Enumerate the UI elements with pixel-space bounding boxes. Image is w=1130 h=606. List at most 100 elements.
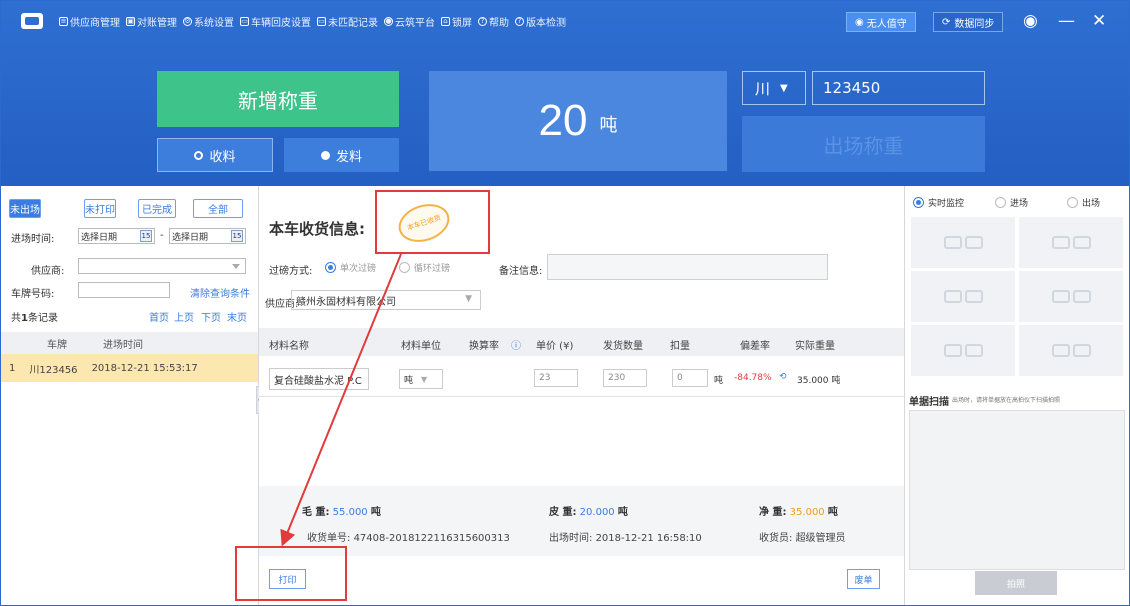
net-weight: 35.000 (789, 507, 825, 518)
detail-title: 本车收货信息: (269, 220, 365, 238)
chevron-down-icon (232, 264, 240, 269)
truck-icon (1051, 290, 1091, 303)
material-table-header: 材料名称 材料单位 换算率 ⓘ 单价 (¥) 发货数量 扣量 偏差率 实际重量 (259, 328, 904, 356)
filter-not-printed[interactable]: 未打印 (84, 199, 116, 218)
minimize-icon[interactable]: — (1058, 11, 1075, 31)
camera-feed[interactable] (1018, 216, 1124, 269)
menu-cloud-platform[interactable]: ● 云筑平台 (384, 14, 435, 29)
col-plate: 车牌 (47, 339, 67, 351)
radio-icon (320, 150, 330, 160)
sync-icon: ⟳ (942, 16, 951, 28)
supplier-filter-select[interactable] (78, 258, 246, 274)
void-button[interactable]: 废单 (847, 569, 880, 589)
mode-cycle-radio[interactable]: 循环过磅 (399, 261, 450, 274)
camera-feed[interactable] (1018, 324, 1124, 377)
pager-first[interactable]: 首页 (149, 309, 169, 324)
deduct-input[interactable]: 0 (672, 369, 708, 387)
help-icon: ? (515, 16, 524, 26)
plate-province-select[interactable]: 川 ▼ (742, 71, 806, 105)
radio-live-monitor[interactable]: 实时监控 (913, 196, 964, 209)
menu-version-check[interactable]: ? 版本检测 (515, 14, 566, 29)
mode-single-radio[interactable]: 单次过磅 (325, 261, 376, 274)
camera-grid (910, 216, 1125, 378)
info-icon[interactable]: ⓘ (511, 337, 521, 352)
divider (259, 396, 904, 397)
camera-feed[interactable] (910, 216, 1016, 269)
tare-weight: 20.000 (579, 507, 615, 518)
menu-help[interactable]: ? 帮助 (478, 14, 509, 29)
data-sync-button[interactable]: ⟳ 数据同步 (933, 12, 1004, 32)
menu-system-settings[interactable]: ⚙ 系统设置 (183, 14, 234, 29)
note-input[interactable] (547, 254, 828, 280)
truck-icon (1051, 344, 1091, 357)
pager-last[interactable]: 末页 (227, 309, 247, 324)
exit-weigh-button[interactable]: 出场称重 (742, 116, 985, 172)
app-logo-icon (21, 13, 43, 29)
entry-time-label: 进场时间: (11, 234, 55, 245)
take-photo-button[interactable]: 拍照 (975, 571, 1057, 595)
reconcile-icon: ▣ (126, 16, 135, 26)
radio-icon (913, 197, 924, 208)
weight-unit: 吨 (599, 115, 618, 136)
menu-lock-screen[interactable]: ⌂ 锁屏 (441, 14, 472, 29)
gross-weight: 55.000 (332, 507, 368, 518)
radio-icon (995, 197, 1006, 208)
truck-icon: ▭ (240, 16, 249, 26)
radio-icon (1067, 197, 1078, 208)
plate-label: 车牌号码: (11, 289, 55, 300)
filter-all[interactable]: 全部 (193, 199, 243, 218)
record-list-panel: 未出场 未打印 已完成 全部 进场时间: 选择日期 15 - 选择日期 15 供应商… (1, 186, 259, 605)
calendar-icon[interactable]: 15 (140, 230, 152, 242)
col-entry-time: 进场时间 (103, 339, 143, 351)
filter-not-exited[interactable]: 未出场 (9, 199, 41, 218)
unattended-button[interactable]: ◉ 无人值守 (846, 12, 916, 32)
cloud-icon: ● (384, 16, 393, 26)
date-separator: - (160, 230, 164, 241)
start-date-input[interactable]: 选择日期 15 (78, 228, 155, 244)
receipt-number: 47408-2018122116315600313 (353, 533, 510, 544)
pager-prev[interactable]: 上页 (174, 309, 194, 324)
material-unit-select[interactable]: 吨 ▼ (399, 369, 443, 389)
radio-enter[interactable]: 进场 (995, 196, 1028, 209)
truck-icon (943, 290, 983, 303)
annotation-highlight-print (235, 546, 347, 601)
actual-weight: 35.000 吨 (797, 376, 841, 386)
ship-quantity-input[interactable]: 230 (603, 369, 647, 387)
user-icon[interactable]: ◉ (1023, 11, 1038, 31)
clear-filters-link[interactable]: 清除查询条件 (190, 285, 250, 300)
table-row[interactable]: 1 川123456 2018-12-21 15:53:17 (1, 354, 258, 382)
unit-price-input[interactable]: 23 (534, 369, 578, 387)
end-date-input[interactable]: 选择日期 15 (169, 228, 246, 244)
radio-exit[interactable]: 出场 (1067, 196, 1100, 209)
plate-number-input[interactable]: 123450 (812, 71, 985, 105)
chevron-down-icon: ▼ (421, 374, 428, 384)
menu-supplier-mgmt[interactable]: ≡ 供应商管理 (59, 14, 120, 29)
radio-icon (325, 262, 336, 273)
app-window: ≡ 供应商管理 ▣ 对账管理 ⚙ 系统设置 ▭ 车辆回皮设置 ▭ 未匹配记录 ● 云筑平台 … (0, 0, 1130, 606)
camera-feed[interactable] (910, 270, 1016, 323)
weight-display: 20 吨 (429, 71, 727, 171)
menu-reconcile-mgmt[interactable]: ▣ 对账管理 (126, 14, 177, 29)
supplier-label: 供应商: (31, 266, 65, 277)
monitor-panel: 实时监控 进场 出场 单据扫描 出场时，请将单据放在高拍仪下扫描拍照 拍照 (904, 186, 1129, 605)
tab-receive[interactable]: 收料 (157, 138, 273, 172)
menu-unmatched-records[interactable]: ▭ 未匹配记录 (317, 14, 378, 29)
weight-value: 20 (538, 96, 588, 145)
pager-next[interactable]: 下页 (201, 309, 221, 324)
filter-completed[interactable]: 已完成 (138, 199, 176, 218)
weight-summary: 毛 重: 55.000 吨 皮 重: 20.000 吨 净 重: 35.000 … (259, 486, 904, 556)
plate-filter-input[interactable] (78, 282, 170, 298)
scan-preview (909, 410, 1125, 570)
camera-feed[interactable] (1018, 270, 1124, 323)
new-weigh-button[interactable]: 新增称重 (157, 71, 399, 127)
supplier-select[interactable]: 赣州永固材料有限公司 ▼ (291, 290, 481, 310)
menu-vehicle-tare-settings[interactable]: ▭ 车辆回皮设置 (240, 14, 311, 29)
close-icon[interactable]: ✕ (1092, 11, 1106, 31)
calendar-icon[interactable]: 15 (231, 230, 243, 242)
weigh-mode-label: 过磅方式: (269, 266, 313, 277)
camera-feed[interactable] (910, 324, 1016, 377)
material-name-select[interactable]: 复合硅酸盐水泥 P.C (269, 368, 369, 390)
refresh-icon[interactable]: ⟲ (779, 372, 787, 382)
chevron-down-icon: ▼ (780, 82, 788, 94)
tab-send[interactable]: 发料 (284, 138, 399, 172)
